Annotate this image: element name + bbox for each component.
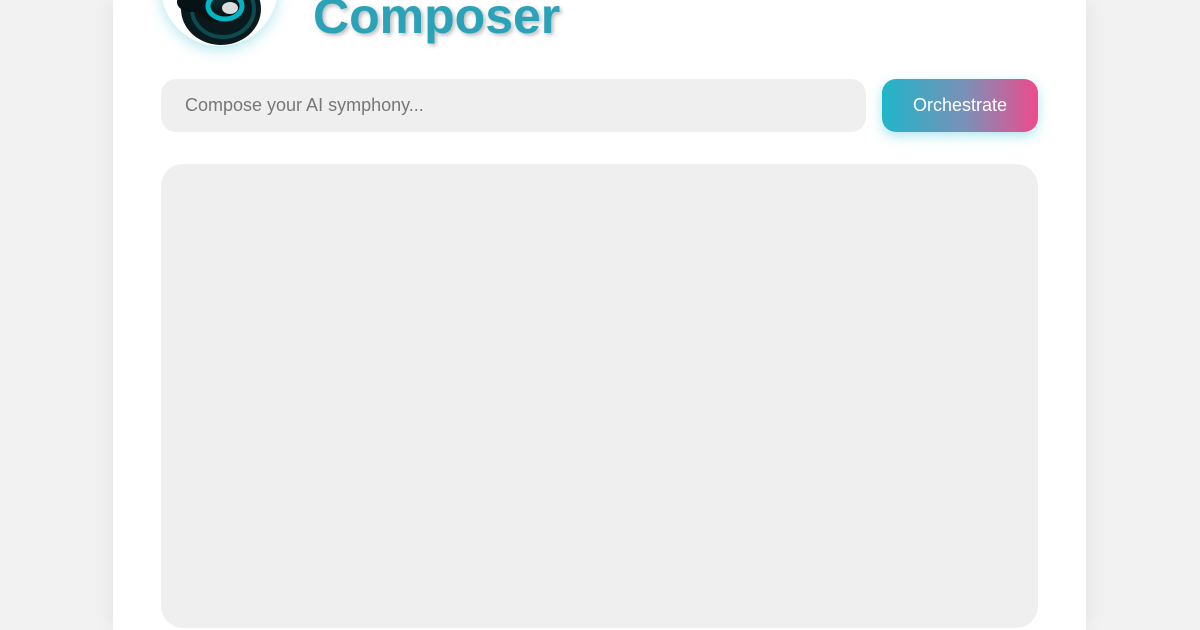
swirl-logo-icon <box>177 0 261 45</box>
prompt-input[interactable] <box>161 79 866 132</box>
page-title: Composer <box>313 0 561 44</box>
composer-card: Composer Orchestrate <box>113 0 1086 630</box>
orchestrate-button[interactable]: Orchestrate <box>882 79 1038 132</box>
logo <box>161 0 278 46</box>
output-panel <box>161 164 1038 628</box>
